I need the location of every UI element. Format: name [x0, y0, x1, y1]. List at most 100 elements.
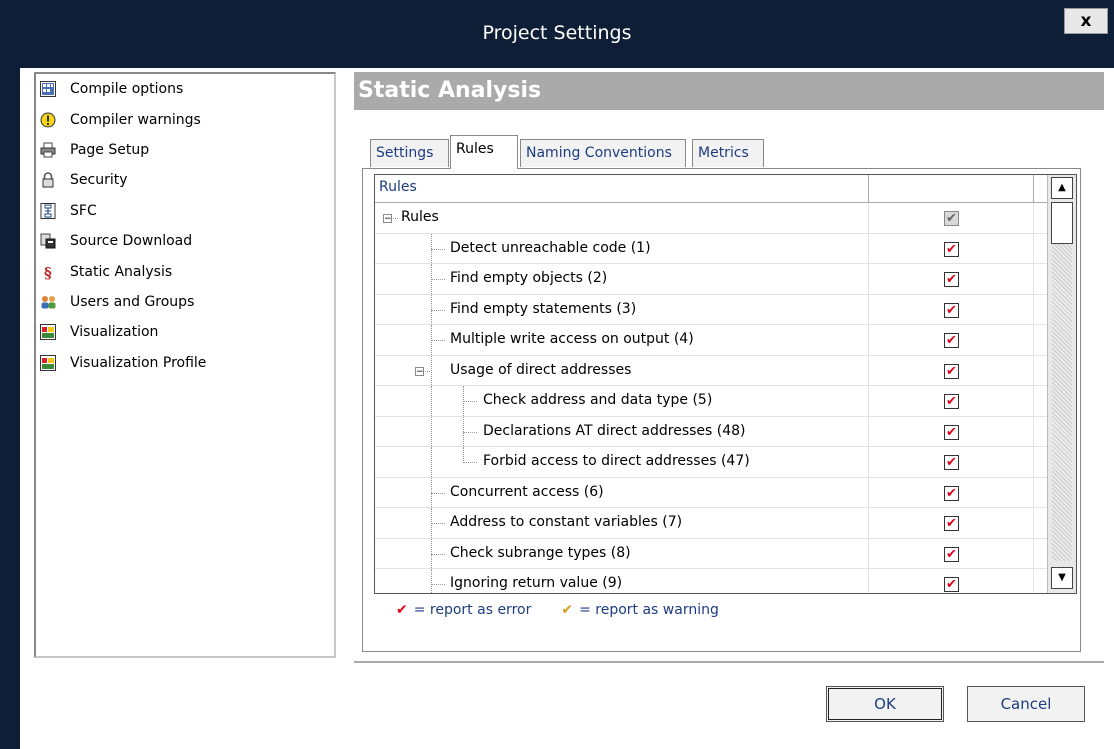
- nav-item-compile-options[interactable]: Compile options: [36, 74, 334, 104]
- tree-line: [463, 462, 477, 463]
- tree-line: [431, 492, 445, 494]
- warning-check-icon: ✔: [561, 602, 574, 618]
- table-row[interactable]: − Usage of direct addresses ✔: [375, 355, 1047, 386]
- table-row[interactable]: Concurrent access (6) ✔: [375, 477, 1047, 508]
- nav-item-visualization-profile[interactable]: Visualization Profile: [36, 348, 334, 378]
- rule-checkbox[interactable]: ✔: [944, 211, 959, 226]
- tree-line: [463, 431, 477, 433]
- table-row[interactable]: Multiple write access on output (4) ✔: [375, 325, 1047, 356]
- column-divider: [868, 294, 869, 324]
- table-row[interactable]: Find empty statements (3) ✔: [375, 294, 1047, 325]
- tree-line: [431, 523, 445, 524]
- column-divider: [868, 569, 869, 593]
- rule-checkbox[interactable]: ✔: [944, 455, 959, 470]
- rules-rows: − Rules ✔ Detect unreachable code (1) ✔ Find …: [375, 203, 1047, 593]
- column-divider: [1033, 264, 1034, 294]
- vertical-scrollbar[interactable]: ▲ ▼: [1047, 175, 1076, 593]
- rule-checkbox[interactable]: ✔: [944, 363, 959, 379]
- column-divider: [868, 355, 869, 385]
- table-row[interactable]: Ignoring return value (9) ✔: [375, 569, 1047, 593]
- rule-label: Check subrange types (8): [450, 544, 631, 561]
- rule-checkbox[interactable]: ✔: [944, 546, 959, 562]
- rule-checkbox[interactable]: ✔: [944, 424, 959, 440]
- column-divider: [1033, 508, 1034, 538]
- rule-checkbox[interactable]: ✔: [944, 241, 959, 257]
- rule-label: Check address and data type (5): [483, 392, 713, 408]
- column-divider: [1033, 355, 1034, 385]
- column-divider: [1033, 569, 1034, 593]
- svg-text:§: §: [44, 264, 52, 280]
- lock-icon: [40, 172, 56, 188]
- table-row[interactable]: Check address and data type (5) ✔: [375, 386, 1047, 417]
- column-divider: [1033, 477, 1034, 507]
- nav-item-security[interactable]: Security: [36, 165, 334, 195]
- column-divider[interactable]: [1033, 175, 1034, 202]
- nav-label-page-setup: Page Setup: [70, 141, 150, 158]
- nav-item-static-analysis[interactable]: § Static Analysis: [36, 256, 334, 286]
- nav-item-visualization[interactable]: Visualization: [36, 317, 334, 347]
- nav-item-compiler-warnings[interactable]: Compiler warnings: [36, 104, 334, 134]
- nav-label-users-and-groups: Users and Groups: [70, 293, 195, 310]
- table-row[interactable]: Address to constant variables (7) ✔: [375, 508, 1047, 539]
- legend-warning: ✔ = report as warning: [561, 602, 719, 618]
- legend-error-label: = report as error: [413, 602, 532, 618]
- column-divider: [868, 386, 869, 416]
- rule-label: Detect unreachable code (1): [450, 239, 651, 256]
- section-icon: §: [40, 264, 56, 280]
- window-title: Project Settings: [482, 22, 632, 44]
- nav-item-sfc[interactable]: SFC: [36, 196, 334, 226]
- table-row[interactable]: Check subrange types (8) ✔: [375, 538, 1047, 569]
- tab-settings[interactable]: Settings: [370, 139, 449, 167]
- column-divider: [868, 508, 869, 538]
- tab-rules[interactable]: Rules: [450, 135, 518, 169]
- scrollbar-track[interactable]: [1052, 231, 1072, 561]
- rule-checkbox[interactable]: ✔: [944, 394, 959, 409]
- close-button[interactable]: x: [1064, 8, 1108, 34]
- ok-button[interactable]: OK: [826, 686, 944, 722]
- users-icon: [40, 294, 56, 310]
- column-divider: [868, 416, 869, 446]
- sfc-icon: [40, 202, 56, 219]
- column-header-rules[interactable]: Rules: [379, 179, 417, 195]
- legend-warning-label: = report as warning: [579, 602, 719, 618]
- tree-line: [393, 218, 398, 219]
- table-row[interactable]: Find empty objects (2) ✔: [375, 264, 1047, 295]
- rule-checkbox[interactable]: ✔: [944, 577, 959, 592]
- tab-naming-conventions[interactable]: Naming Conventions: [520, 139, 686, 167]
- rule-checkbox[interactable]: ✔: [944, 516, 959, 531]
- column-divider: [868, 477, 869, 507]
- column-divider: [868, 447, 869, 477]
- table-row[interactable]: Forbid access to direct addresses (47) ✔: [375, 447, 1047, 478]
- rule-checkbox[interactable]: ✔: [944, 302, 959, 318]
- nav-item-page-setup[interactable]: Page Setup: [36, 135, 334, 165]
- scrollbar-thumb[interactable]: [1051, 202, 1073, 244]
- compile-options-icon: [40, 81, 56, 98]
- scroll-down-button[interactable]: ▼: [1051, 567, 1073, 589]
- rule-checkbox[interactable]: ✔: [944, 485, 959, 501]
- visualization-icon: [40, 324, 56, 341]
- table-row[interactable]: − Rules ✔: [375, 203, 1047, 234]
- nav-item-users-and-groups[interactable]: Users and Groups: [36, 287, 334, 317]
- nav-item-source-download[interactable]: Source Download: [36, 226, 334, 256]
- printer-icon: [40, 142, 56, 158]
- nav-label-visualization: Visualization: [70, 324, 159, 341]
- column-divider[interactable]: [868, 175, 869, 202]
- title-bar: Project Settings x: [0, 0, 1114, 68]
- tree-line: [431, 340, 445, 341]
- table-row[interactable]: Declarations AT direct addresses (48) ✔: [375, 416, 1047, 447]
- collapse-icon[interactable]: −: [383, 214, 392, 224]
- tree-line: [431, 248, 445, 250]
- cancel-button[interactable]: Cancel: [967, 686, 1085, 722]
- rule-checkbox[interactable]: ✔: [944, 272, 959, 287]
- rule-label: Ignoring return value (9): [450, 575, 623, 591]
- dialog-client-area: Compile options Compiler warnings Page S…: [20, 68, 1114, 749]
- scroll-up-button[interactable]: ▲: [1051, 177, 1073, 199]
- tree-line: [431, 355, 432, 385]
- table-row[interactable]: Detect unreachable code (1) ✔: [375, 233, 1047, 264]
- collapse-icon[interactable]: −: [415, 366, 424, 376]
- rule-label: Concurrent access (6): [450, 483, 604, 500]
- column-divider: [868, 325, 869, 355]
- rule-checkbox[interactable]: ✔: [944, 333, 959, 348]
- tab-metrics[interactable]: Metrics: [692, 139, 764, 167]
- column-divider: [868, 264, 869, 294]
